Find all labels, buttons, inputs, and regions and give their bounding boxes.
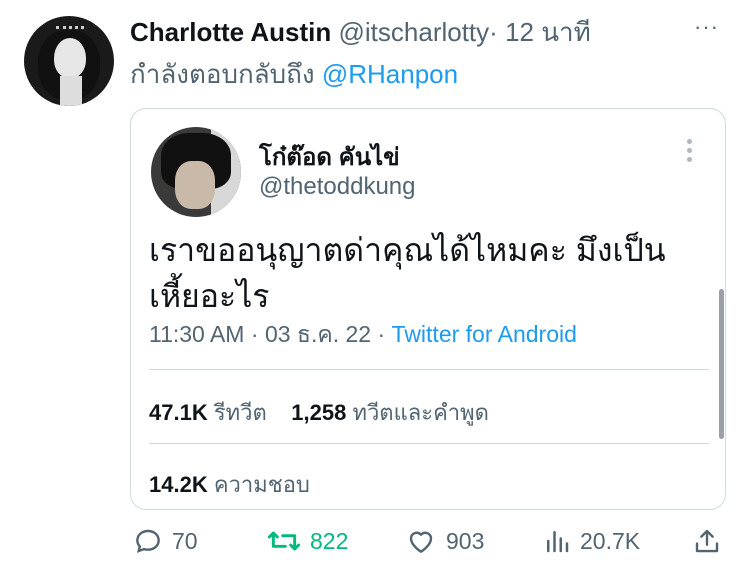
reply-icon [136,529,160,553]
separator-dot: · [489,17,498,47]
tweet-time[interactable]: 12 นาที [505,17,591,47]
like-count: 903 [446,527,485,554]
scrollbar[interactable] [719,289,724,439]
author-name[interactable]: Charlotte Austin [130,17,331,47]
quotes-count: 1,258 [291,400,347,425]
replying-to: กำลังตอบกลับถึง @RHanpon [130,56,458,92]
quoted-more-icon[interactable] [687,139,693,166]
quoted-author-avatar[interactable] [151,127,241,217]
likes-count: 14.2K [149,472,208,497]
quoted-tweet-card[interactable]: โก๋ต๊อด คันไข่ @thetoddkung เราขออนุญาตด… [130,108,726,510]
quoted-author-handle[interactable]: @thetoddkung [259,173,415,201]
quoted-time: 11:30 AM [149,321,245,347]
views-count: 20.7K [580,527,641,554]
retweet-button[interactable]: 822 [266,525,348,557]
retweets-count: 47.1K [149,400,208,425]
retweets-label: รีทวีต [213,400,267,425]
retweets-stats[interactable]: 47.1K รีทวีต 1,258 ทวีตและคำพูด [149,395,489,430]
quoted-tweet-meta: 11:30 AM · 03 ธ.ค. 22 · Twitter for Andr… [149,321,577,347]
author-handle[interactable]: @itscharlotty [339,17,490,47]
quotes-label: ทวีตและคำพูด [352,400,489,425]
author-avatar[interactable] [24,16,114,106]
like-button[interactable]: 903 [404,525,484,557]
divider [149,369,709,370]
more-options-icon[interactable]: ··· [694,14,719,40]
share-button[interactable] [692,525,730,557]
heart-icon [409,531,433,553]
likes-stats[interactable]: 14.2K ความชอบ [149,467,310,502]
share-icon [695,529,719,553]
retweet-count: 822 [310,527,349,554]
quoted-tweet-text: เราขออนุญาตด่าคุณได้ไหมคะ มึงเป็นเหี้ยอะ… [149,232,666,314]
likes-label: ความชอบ [213,472,310,497]
quoted-author-name[interactable]: โก๋ต๊อด คันไข่ [259,137,400,176]
reply-count: 70 [172,527,198,554]
reply-prefix: กำลังตอบกลับถึง [130,59,315,89]
views-icon [547,531,569,553]
retweet-icon [267,531,301,551]
reply-mention-link[interactable]: @RHanpon [322,59,458,89]
reply-button[interactable]: 70 [132,525,198,557]
tweet-actions-bar: 70 822 903 20.7K [0,525,750,565]
quoted-source-link[interactable]: Twitter for Android [392,321,577,347]
quoted-date: 03 ธ.ค. 22 [264,321,372,347]
divider [149,443,709,444]
views-button[interactable]: 20.7K [542,525,640,557]
tweet-header: Charlotte Austin @itscharlotty· 12 นาที [130,14,591,50]
